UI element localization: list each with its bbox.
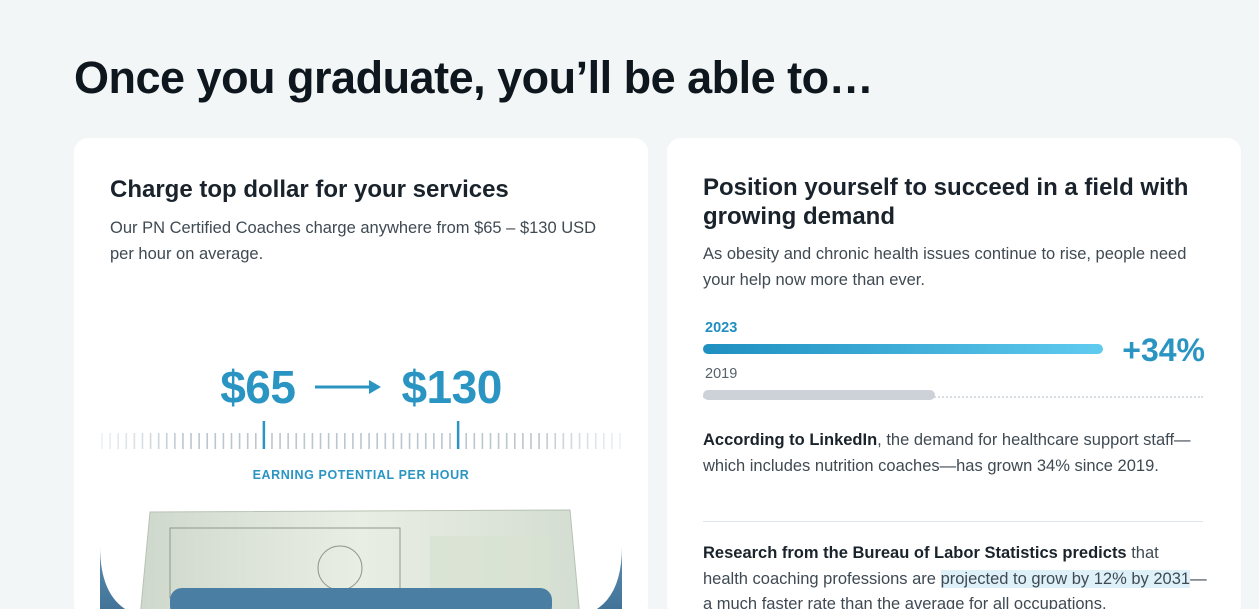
arrow-right-icon [315,380,382,394]
bar-2023-track [703,344,1103,354]
earning-ruler [101,421,621,449]
page-title: Once you graduate, you’ll be able to… [74,52,874,103]
ruler-label: EARNING POTENTIAL PER HOUR [252,468,470,482]
cash-wallet-image [100,509,622,609]
bls-stat-bold: Research from the Bureau of Labor Statis… [703,544,1127,562]
bar-2019-track [703,390,1203,400]
bls-stat: Research from the Bureau of Labor Statis… [703,541,1208,609]
bls-stat-highlight: projected to grow by 12% by 2031 [940,569,1191,588]
linkedin-stat: According to LinkedIn, the demand for he… [703,428,1208,479]
linkedin-stat-bold: According to LinkedIn [703,431,878,449]
demand-card-text: As obesity and chronic health issues con… [703,245,1187,289]
growth-bar-chart: 2023 +34% 2019 [703,316,1205,406]
price-low: $65 [220,361,296,413]
year-2023-label: 2023 [705,320,738,336]
bar-2019 [703,390,935,400]
divider [703,521,1203,522]
year-2019-label: 2019 [705,366,738,382]
bar-2023 [703,344,1103,354]
price-high: $130 [401,361,502,413]
earning-card: Charge top dollar for your services Our … [74,138,648,609]
growth-percent: +34% [1122,332,1205,368]
earning-card-text: Our PN Certified Coaches charge anywhere… [110,219,597,263]
demand-card: Position yourself to succeed in a field … [667,138,1241,609]
price-range: $65 $130 [74,360,648,414]
earning-card-heading: Charge top dollar for your services [110,176,509,203]
demand-card-heading: Position yourself to succeed in a field … [703,174,1189,230]
